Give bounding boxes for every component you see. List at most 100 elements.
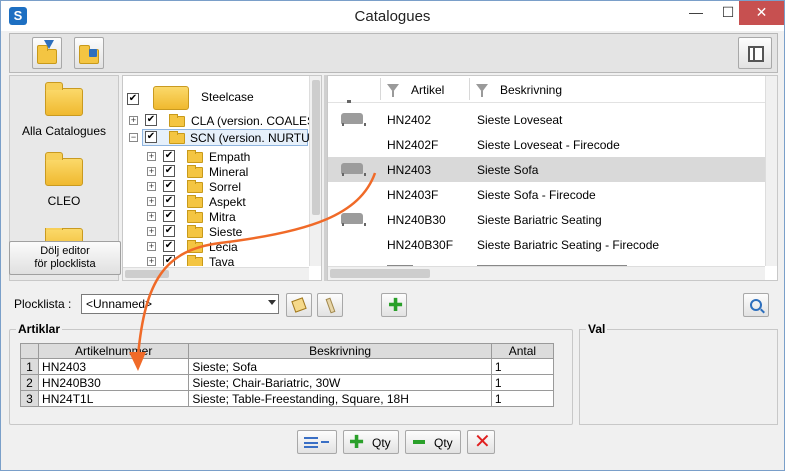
catalogue-label: CLEO [47, 194, 81, 208]
article-vertical-scrollbar[interactable] [765, 76, 777, 266]
folder-icon [187, 240, 203, 253]
tree-checkbox[interactable]: ✔ [163, 165, 175, 177]
scrollbar-thumb[interactable] [125, 270, 169, 278]
tree-child-aspekt[interactable]: + ✔ Aspekt [123, 194, 308, 209]
cell-beskrivning[interactable]: Sieste; Chair-Bariatric, 30W [188, 374, 492, 391]
tree-child-sorrel[interactable]: + ✔ Sorrel [123, 179, 308, 194]
expand-icon[interactable]: + [147, 257, 156, 266]
toggle-layout-button[interactable] [738, 37, 772, 69]
sort-lines-button[interactable] [297, 430, 337, 454]
add-plocklista-button[interactable]: ✚ [381, 293, 407, 317]
delete-button[interactable]: ✕ [467, 430, 495, 454]
tree-checkbox[interactable]: ✔ [163, 180, 175, 192]
chevron-down-icon [268, 300, 276, 305]
scrollbar-thumb[interactable] [312, 80, 320, 215]
article-row-partial[interactable] [328, 94, 768, 104]
article-row[interactable]: HN2402F Sieste Loveseat - Firecode [328, 132, 768, 157]
tree-label: Steelcase [201, 90, 254, 104]
cell-artikelnummer[interactable]: HN240B30 [38, 374, 190, 391]
close-window-button[interactable]: ✕ [739, 1, 784, 25]
plocklista-select[interactable]: <Unnamed> [81, 294, 279, 314]
tree-root-steelcase[interactable]: ✔ Steelcase [123, 82, 308, 112]
column-header-artikelnummer[interactable]: Artikelnummer [38, 343, 190, 359]
catalogue-tree: ✔ Steelcase + ✔ CLA (version. COALESS SC… [122, 75, 322, 281]
cell-beskrivning[interactable]: Sieste; Sofa [188, 358, 492, 375]
sofa-icon [341, 213, 366, 226]
tree-node-scn[interactable]: SCN (version. NURTUR [142, 129, 318, 146]
tree-checkbox[interactable]: ✔ [163, 225, 175, 237]
artiklar-title: Artiklar [16, 322, 63, 336]
tree-checkbox[interactable]: ✔ [163, 210, 175, 222]
plus-icon: ✚ [349, 432, 365, 452]
cell-artikelnummer[interactable]: HN24T1L [38, 390, 190, 407]
tree-checkbox[interactable]: ✔ [163, 150, 175, 162]
sofa-icon [341, 113, 366, 126]
column-header-antal[interactable]: Antal [490, 343, 555, 359]
scrollbar-thumb[interactable] [330, 269, 430, 278]
import-catalogue-button[interactable] [32, 37, 62, 69]
zoom-button[interactable] [743, 293, 769, 317]
folder-icon [187, 150, 203, 163]
expand-icon[interactable]: + [147, 182, 156, 191]
add-qty-button[interactable]: ✚ Qty [343, 430, 399, 454]
hide-editor-button[interactable]: Dölj editor för plocklista [9, 241, 121, 275]
tree-node-cla[interactable]: + ✔ CLA (version. COALESS [123, 113, 321, 128]
tree-checkbox[interactable]: ✔ [163, 195, 175, 207]
filter-icon[interactable] [387, 84, 399, 97]
tree-checkbox[interactable]: ✔ [145, 114, 157, 126]
catalogue-item-cleo[interactable]: CLEO [10, 152, 118, 208]
edit-plocklista-button[interactable] [286, 293, 312, 317]
article-list: Artikel Beskrivning HN2402 Sieste Lovese… [327, 75, 778, 281]
tree-horizontal-scrollbar[interactable] [123, 267, 309, 280]
table-row[interactable]: 2 HN240B30 Sieste; Chair-Bariatric, 30W … [19, 374, 555, 391]
cell-antal[interactable]: 1 [490, 390, 555, 407]
article-row[interactable]: HN2403F Sieste Sofa - Firecode [328, 182, 768, 207]
expand-icon[interactable]: + [147, 227, 156, 236]
tree-child-sieste[interactable]: + ✔ Sieste [123, 224, 308, 239]
collapse-icon[interactable]: − [129, 133, 138, 142]
article-row[interactable]: HN2402 Sieste Loveseat [328, 107, 768, 132]
tree-checkbox[interactable]: ✔ [163, 240, 175, 252]
minimize-button[interactable]: — [681, 1, 711, 25]
folder-icon [187, 255, 203, 266]
expand-icon[interactable]: + [129, 116, 138, 125]
expand-icon[interactable]: + [147, 242, 156, 251]
tree-child-empath[interactable]: + ✔ Empath [123, 149, 308, 164]
expand-icon[interactable]: + [147, 197, 156, 206]
tree-vertical-scrollbar[interactable] [309, 76, 321, 266]
pencil-icon [291, 297, 307, 313]
tree-child-mineral[interactable]: + ✔ Mineral [123, 164, 308, 179]
table-row[interactable]: 1 HN2403 Sieste; Sofa 1 [19, 358, 555, 375]
eraser-icon [325, 297, 336, 314]
tree-label: Tava [209, 255, 235, 266]
article-horizontal-scrollbar[interactable] [328, 266, 765, 280]
article-row[interactable]: HN240B30F Sieste Bariatric Seating - Fir… [328, 232, 768, 257]
panel-layout-icon [748, 46, 764, 62]
article-row[interactable]: HN240B30 Sieste Bariatric Seating [328, 207, 768, 232]
article-code: HN240B30 [387, 213, 446, 227]
tree-child-lecia[interactable]: + ✔ Lecia [123, 239, 308, 254]
expand-icon[interactable]: + [147, 152, 156, 161]
cell-antal[interactable]: 1 [490, 374, 555, 391]
rename-plocklista-button[interactable] [317, 293, 343, 317]
table-header-row: Artikelnummer Beskrivning Antal [19, 343, 555, 359]
filter-icon[interactable] [476, 84, 488, 97]
catalogue-item-alla[interactable]: Alla Catalogues [10, 82, 118, 138]
tree-child-mitra[interactable]: + ✔ Mitra [123, 209, 308, 224]
tree-checkbox[interactable]: ✔ [127, 93, 139, 105]
cell-artikelnummer[interactable]: HN2403 [38, 358, 190, 375]
lines-icon [304, 437, 318, 448]
table-row[interactable]: 3 HN24T1L Sieste; Table-Freestanding, Sq… [19, 390, 555, 407]
remove-qty-button[interactable]: Qty [405, 430, 461, 454]
tree-checkbox[interactable]: ✔ [145, 131, 157, 143]
article-row-selected[interactable]: HN2403 Sieste Sofa [328, 157, 768, 182]
folder-icon [187, 180, 203, 193]
expand-icon[interactable]: + [147, 167, 156, 176]
catalogue-settings-button[interactable] [74, 37, 104, 69]
tree-checkbox[interactable]: ✔ [163, 255, 175, 266]
column-header-beskrivning[interactable]: Beskrivning [188, 343, 492, 359]
tree-child-tava[interactable]: + ✔ Tava [123, 254, 308, 266]
cell-beskrivning[interactable]: Sieste; Table-Freestanding, Square, 18H [188, 390, 492, 407]
expand-icon[interactable]: + [147, 212, 156, 221]
cell-antal[interactable]: 1 [490, 358, 555, 375]
